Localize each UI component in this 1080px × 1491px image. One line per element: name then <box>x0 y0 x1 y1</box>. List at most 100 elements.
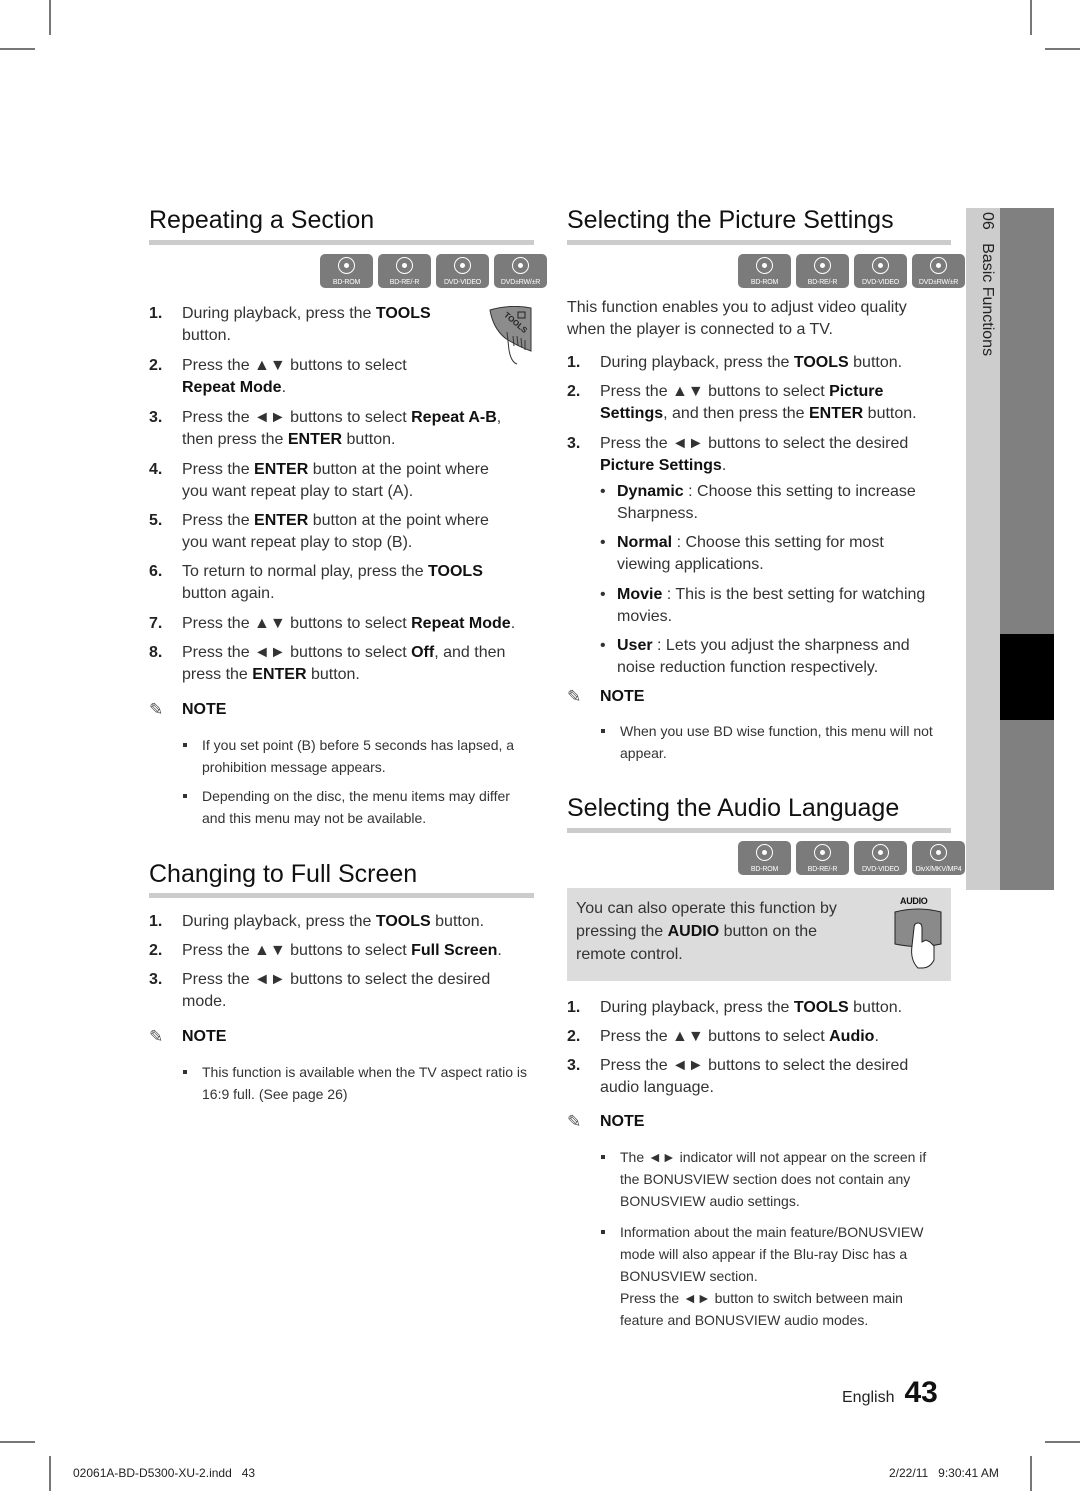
bullet-square-icon <box>601 729 605 733</box>
note-item: When you use BD wise function, this menu… <box>601 720 946 764</box>
note-item: If you set point (B) before 5 seconds ha… <box>183 734 533 778</box>
crop-mark <box>49 1456 51 1491</box>
step-number: 3. <box>567 435 581 452</box>
disc-icons: BD-ROM BD-RE/-R DVD-VIDEO DVD±RW/±R <box>738 254 965 288</box>
disc-glyph-icon <box>511 257 529 274</box>
chapter-tab-band <box>1000 208 1054 890</box>
disc-icon-label: DivX/MKV/MP4 <box>915 866 962 873</box>
step-text: Press the ▲▼ buttons to select Repeat Mod… <box>182 357 407 396</box>
step-item: 3. Press the ◄► buttons to select the des… <box>567 1055 962 1099</box>
page-footer: English 43 <box>842 1376 938 1410</box>
disc-glyph-icon <box>871 257 889 274</box>
disc-icon: BD-ROM <box>320 254 373 288</box>
disc-icon: DVD±RW/±R <box>912 254 965 288</box>
disc-icon-label: BD-ROM <box>750 866 779 873</box>
step-number: 2. <box>149 942 163 959</box>
note-item: The ◄► indicator will not appear on the … <box>601 1146 946 1212</box>
option-text: Movie : This is the best setting for wat… <box>617 586 926 625</box>
step-number: 1. <box>149 305 163 322</box>
step-number: 3. <box>149 409 163 426</box>
step-number: 2. <box>567 383 581 400</box>
step-item: 7. Press the ▲▼ buttons to select Repeat … <box>149 613 544 635</box>
chapter-title: Basic Functions <box>979 243 996 357</box>
step-text: Press the ▲▼ buttons to select Full Scre… <box>182 942 502 959</box>
crop-mark <box>0 1441 35 1443</box>
step-number: 6. <box>149 563 163 580</box>
disc-glyph-icon <box>395 257 413 274</box>
note-heading: ✎ NOTE <box>567 1112 645 1131</box>
disc-icon-label: DVD-VIDEO <box>861 866 900 873</box>
section-rule <box>149 240 534 245</box>
audio-tip-box: You can also operate this function by pre… <box>567 888 951 981</box>
disc-glyph-icon <box>755 844 773 861</box>
step-text: Press the ◄► buttons to select the desir… <box>182 971 491 1010</box>
note-text: The ◄► indicator will not appear on the … <box>620 1149 927 1209</box>
disc-icon: BD-ROM <box>738 841 791 875</box>
note-item: Information about the main feature/BONUS… <box>601 1221 946 1331</box>
crop-mark <box>1045 48 1080 50</box>
step-item: 2. Press the ▲▼ buttons to select Audio. <box>567 1026 962 1048</box>
option-text: Dynamic : Choose this setting to increas… <box>617 483 916 522</box>
step-number: 3. <box>567 1057 581 1074</box>
disc-icon: BD-ROM <box>738 254 791 288</box>
section-rule <box>149 893 534 898</box>
footer-language: English <box>842 1389 895 1406</box>
chapter-tab-marker <box>1000 634 1054 720</box>
step-number: 3. <box>149 971 163 988</box>
step-item: 1. During playback, press the TOOLS button… <box>149 303 544 347</box>
step-number: 1. <box>567 354 581 371</box>
step-item: 5. Press the ENTER button at the point wh… <box>149 510 544 554</box>
step-text: Press the ◄► buttons to select the desir… <box>600 435 909 474</box>
bullet-icon: • <box>600 637 606 654</box>
disc-glyph-icon <box>337 257 355 274</box>
picture-option: • Dynamic : Choose this setting to increa… <box>600 481 960 525</box>
disc-icon-label: DVD-VIDEO <box>861 279 900 286</box>
disc-glyph-icon <box>813 844 831 861</box>
disc-icons: BD-ROM BD-RE/-R DVD-VIDEO DVD±RW/±R <box>320 254 547 288</box>
step-text: Press the ENTER button at the point wher… <box>182 512 489 551</box>
disc-icon: DVD-VIDEO <box>436 254 489 288</box>
pencil-icon: ✎ <box>567 1112 582 1131</box>
step-text: Press the ◄► buttons to select the desir… <box>600 1057 909 1096</box>
step-text: During playback, press the TOOLS button. <box>182 305 431 344</box>
step-item: 3. Press the ◄► buttons to select the des… <box>567 433 962 477</box>
crop-mark <box>0 48 35 50</box>
step-item: 8. Press the ◄► buttons to select Off, an… <box>149 642 544 686</box>
picture-intro: This function enables you to adjust vide… <box>567 299 907 338</box>
disc-glyph-icon <box>929 257 947 274</box>
step-item: 2. Press the ▲▼ buttons to select Full Sc… <box>149 940 544 962</box>
step-number: 8. <box>149 644 163 661</box>
disc-icon: BD-RE/-R <box>796 254 849 288</box>
pencil-icon: ✎ <box>149 700 164 719</box>
step-text: Press the ▲▼ buttons to select Repeat Mo… <box>182 615 516 632</box>
chapter-label: 06 Basic Functions <box>978 212 996 356</box>
disc-glyph-icon <box>813 257 831 274</box>
crop-mark <box>49 0 51 35</box>
step-number: 2. <box>567 1028 581 1045</box>
disc-icon-label: BD-RE/-R <box>389 279 420 286</box>
note-text: If you set point (B) before 5 seconds ha… <box>202 737 515 775</box>
note-text: When you use BD wise function, this menu… <box>620 723 933 761</box>
note-text: Information about the main feature/BONUS… <box>620 1224 924 1328</box>
picture-option: • User : Lets you adjust the sharpness an… <box>600 635 960 679</box>
step-number: 1. <box>567 999 581 1016</box>
step-number: 7. <box>149 615 163 632</box>
step-text: During playback, press the TOOLS button. <box>600 999 903 1016</box>
section-rule <box>567 240 951 245</box>
section-title-picture: Selecting the Picture Settings <box>567 206 894 234</box>
section-title-repeating: Repeating a Section <box>149 206 375 234</box>
disc-icon-label: DVD±RW/±R <box>500 279 541 286</box>
step-text: Press the ▲▼ buttons to select Picture Se… <box>600 383 917 422</box>
step-item: 1. During playback, press the TOOLS butto… <box>149 911 544 933</box>
step-item: 3. Press the ◄► buttons to select Repeat … <box>149 407 544 451</box>
bullet-icon: • <box>600 586 606 603</box>
step-text: Press the ENTER button at the point wher… <box>182 461 489 500</box>
step-text: To return to normal play, press the TOOL… <box>182 563 483 602</box>
section-title-audio: Selecting the Audio Language <box>567 794 900 822</box>
bullet-icon: • <box>600 483 606 500</box>
note-text: This function is available when the TV a… <box>202 1064 528 1102</box>
disc-glyph-icon <box>453 257 471 274</box>
step-item: 1. During playback, press the TOOLS butto… <box>567 997 962 1019</box>
bullet-square-icon <box>183 794 187 798</box>
disc-icon: BD-RE/-R <box>378 254 431 288</box>
